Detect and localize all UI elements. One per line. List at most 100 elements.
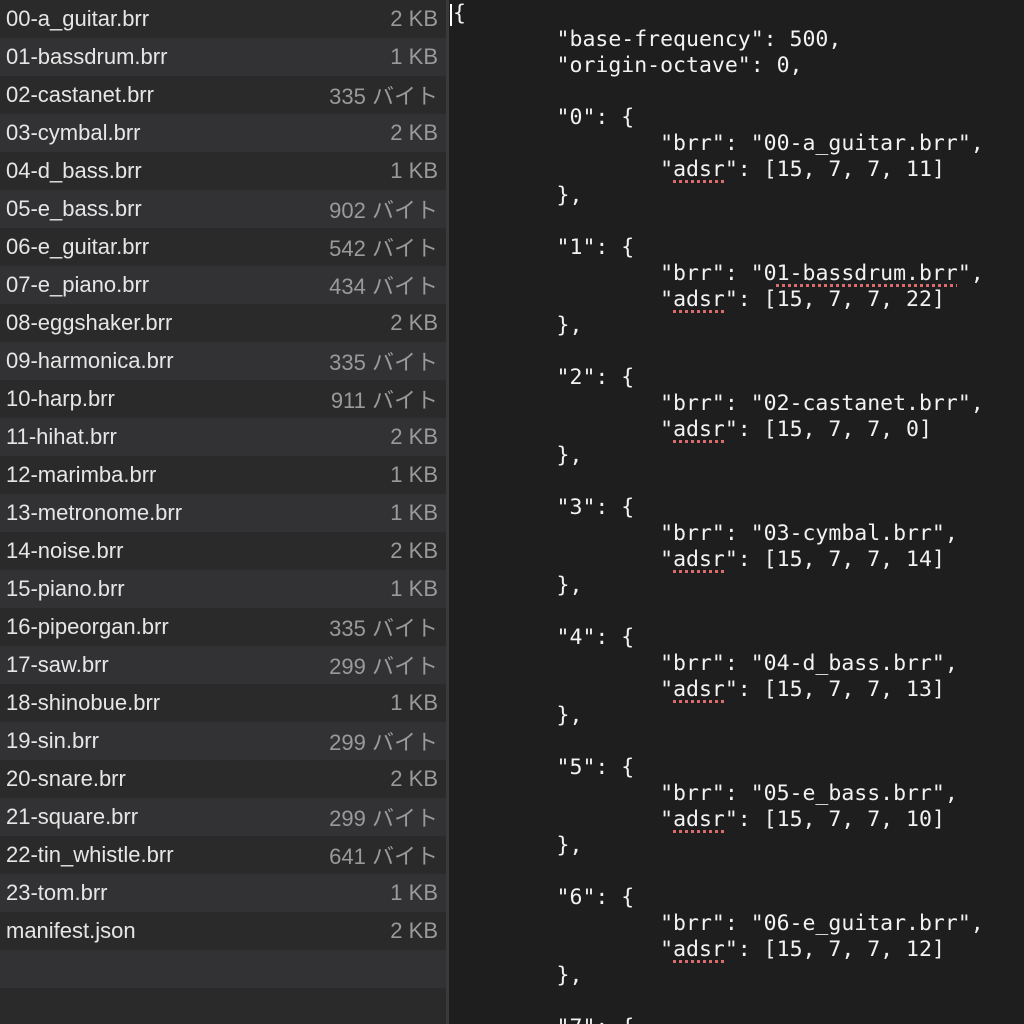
file-row[interactable]: 23-tom.brr 1 KB bbox=[0, 874, 446, 912]
file-row[interactable]: 09-harmonica.brr 335 バイト bbox=[0, 342, 446, 380]
code-line: "brr": "04-d_bass.brr", bbox=[453, 651, 958, 676]
file-row[interactable]: 00-a_guitar.brr 2 KB bbox=[0, 0, 446, 38]
file-name: manifest.json bbox=[6, 918, 136, 943]
code-line: "adsr": [15, 7, 7, 13] bbox=[453, 677, 945, 702]
adsr-values: ": [15, 7, 7, 11] bbox=[724, 157, 945, 182]
file-size: 299 バイト bbox=[329, 730, 438, 755]
file-row[interactable]: 10-harp.brr 911 バイト bbox=[0, 380, 446, 418]
file-row[interactable]: 21-square.brr 299 バイト bbox=[0, 798, 446, 836]
file-size: 2 KB bbox=[390, 6, 438, 31]
file-name: 09-harmonica.brr bbox=[6, 348, 174, 373]
spellcheck-mark: adsr bbox=[673, 417, 725, 442]
file-size: 1 KB bbox=[390, 880, 438, 905]
file-name: 11-hihat.brr bbox=[6, 424, 117, 449]
empty-row bbox=[0, 988, 446, 1024]
code-line: }, bbox=[453, 573, 583, 598]
file-name: 00-a_guitar.brr bbox=[6, 6, 150, 31]
spellcheck-mark: adsr bbox=[673, 287, 725, 312]
file-name: 04-d_bass.brr bbox=[6, 158, 142, 183]
code-line: "base-frequency": 500, bbox=[453, 27, 842, 52]
file-name: 02-castanet.brr bbox=[6, 82, 154, 107]
file-name: 18-shinobue.brr bbox=[6, 690, 161, 715]
file-row[interactable]: 01-bassdrum.brr 1 KB bbox=[0, 38, 446, 76]
spellcheck-mark: adsr bbox=[673, 937, 725, 962]
code-line: "0": { bbox=[453, 105, 635, 130]
file-name: 23-tom.brr bbox=[6, 880, 108, 905]
code-line: }, bbox=[453, 833, 583, 858]
adsr-values: ": [15, 7, 7, 22] bbox=[724, 287, 945, 312]
file-name: 13-metronome.brr bbox=[6, 500, 183, 525]
file-row[interactable]: manifest.json 2 KB bbox=[0, 912, 446, 950]
code-line: "7": { bbox=[453, 1015, 984, 1024]
file-size: 641 バイト bbox=[329, 844, 438, 869]
file-name: 16-pipeorgan.brr bbox=[6, 614, 169, 639]
file-row[interactable]: 17-saw.brr 299 バイト bbox=[0, 646, 446, 684]
code-line: }, bbox=[453, 313, 583, 338]
code-line: { bbox=[453, 1, 466, 26]
file-name: 17-saw.brr bbox=[6, 652, 109, 677]
adsr-values: ": [15, 7, 7, 10] bbox=[724, 807, 945, 832]
adsr-values: ": [15, 7, 7, 13] bbox=[724, 677, 945, 702]
code-line: "6": { bbox=[453, 885, 635, 910]
file-size: 1 KB bbox=[390, 690, 438, 715]
file-name: 08-eggshaker.brr bbox=[6, 310, 173, 335]
app-window: 00-a_guitar.brr 2 KB 01-bassdrum.brr 1 KB 02… bbox=[0, 0, 1024, 1024]
file-row[interactable]: 03-cymbal.brr 2 KB bbox=[0, 114, 446, 152]
file-row[interactable]: 05-e_bass.brr 902 バイト bbox=[0, 190, 446, 228]
file-row[interactable]: 22-tin_whistle.brr 641 バイト bbox=[0, 836, 446, 874]
adsr-values: ": [15, 7, 7, 12] bbox=[724, 937, 945, 962]
code-line: "3": { bbox=[453, 495, 635, 520]
spellcheck-mark: adsr bbox=[673, 547, 725, 572]
file-row[interactable]: 15-piano.brr 1 KB bbox=[0, 570, 446, 608]
code-line: }, bbox=[453, 443, 583, 468]
code-line: "brr": "06-e_guitar.brr", bbox=[453, 911, 984, 936]
file-row[interactable]: 11-hihat.brr 2 KB bbox=[0, 418, 446, 456]
file-size: 434 バイト bbox=[329, 274, 438, 299]
code-line: "origin-octave": 0, bbox=[453, 53, 803, 78]
file-row[interactable]: 14-noise.brr 2 KB bbox=[0, 532, 446, 570]
text-editor[interactable]: { "base-frequency": 500, "origin-octave"… bbox=[449, 0, 1024, 1024]
file-size: 299 バイト bbox=[329, 654, 438, 679]
code-line: "2": { bbox=[453, 365, 635, 390]
file-size: 335 バイト bbox=[329, 350, 438, 375]
file-row[interactable]: 18-shinobue.brr 1 KB bbox=[0, 684, 446, 722]
file-size: 2 KB bbox=[390, 918, 438, 943]
adsr-values: ": [15, 7, 7, 0] bbox=[724, 417, 932, 442]
code-line: "adsr": [15, 7, 7, 10] bbox=[453, 807, 945, 832]
file-list[interactable]: 00-a_guitar.brr 2 KB 01-bassdrum.brr 1 KB 02… bbox=[0, 0, 446, 1024]
code-line: "brr": "05-e_bass.brr", bbox=[453, 781, 958, 806]
file-row[interactable]: 08-eggshaker.brr 2 KB bbox=[0, 304, 446, 342]
file-size: 1 KB bbox=[390, 44, 438, 69]
code-line: "adsr": [15, 7, 7, 0] bbox=[453, 417, 932, 442]
code-line: "brr": "03-cymbal.brr", bbox=[453, 521, 958, 546]
file-row[interactable]: 02-castanet.brr 335 バイト bbox=[0, 76, 446, 114]
file-size: 1 KB bbox=[390, 158, 438, 183]
code-line: "adsr": [15, 7, 7, 22] bbox=[453, 287, 945, 312]
spellcheck-mark: 1-bassdrum.brr bbox=[776, 261, 958, 286]
code-view[interactable]: { "base-frequency": 500, "origin-octave"… bbox=[453, 1, 984, 1024]
file-row[interactable]: 04-d_bass.brr 1 KB bbox=[0, 152, 446, 190]
file-row[interactable]: 16-pipeorgan.brr 335 バイト bbox=[0, 608, 446, 646]
file-name: 21-square.brr bbox=[6, 804, 139, 829]
file-name: 01-bassdrum.brr bbox=[6, 44, 168, 69]
file-row[interactable]: 12-marimba.brr 1 KB bbox=[0, 456, 446, 494]
file-row[interactable]: 13-metronome.brr 1 KB bbox=[0, 494, 446, 532]
file-row[interactable]: 19-sin.brr 299 バイト bbox=[0, 722, 446, 760]
file-row[interactable]: 20-snare.brr 2 KB bbox=[0, 760, 446, 798]
file-size: 2 KB bbox=[390, 538, 438, 563]
file-size: 2 KB bbox=[390, 310, 438, 335]
file-size: 1 KB bbox=[390, 576, 438, 601]
code-line: "brr": "00-a_guitar.brr", bbox=[453, 131, 984, 156]
file-row[interactable]: 06-e_guitar.brr 542 バイト bbox=[0, 228, 446, 266]
file-name: 07-e_piano.brr bbox=[6, 272, 150, 297]
code-line: "4": { bbox=[453, 625, 635, 650]
file-row[interactable]: 07-e_piano.brr 434 バイト bbox=[0, 266, 446, 304]
code-line: }, bbox=[453, 963, 583, 988]
file-name: 15-piano.brr bbox=[6, 576, 125, 601]
